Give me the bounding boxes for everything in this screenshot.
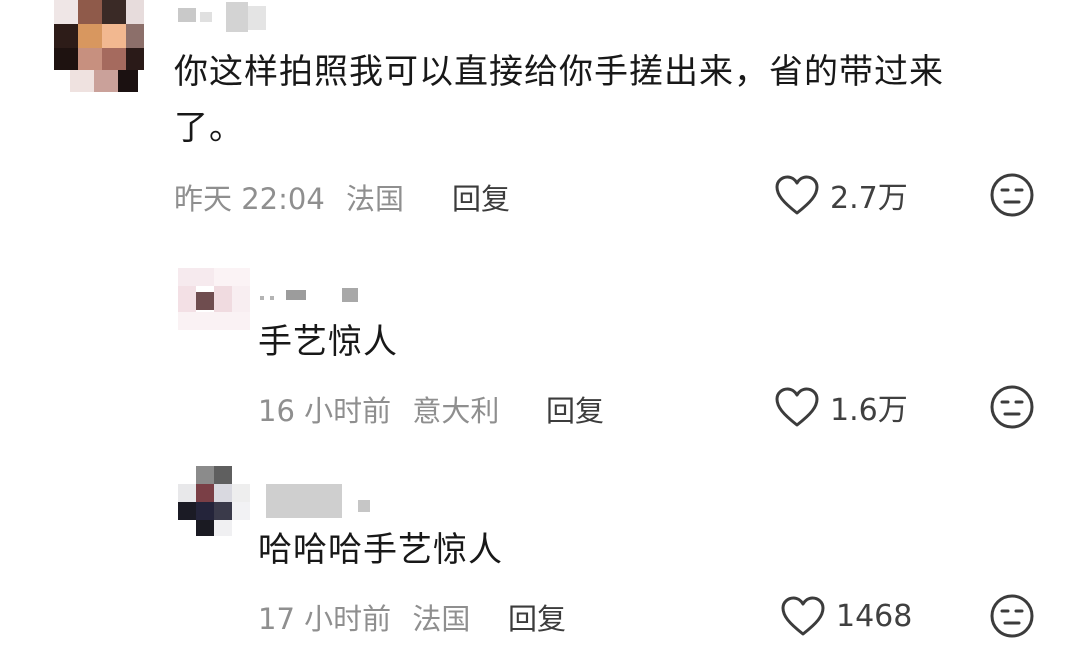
- comment-time: 16 小时前: [258, 394, 392, 428]
- meh-face-icon: [990, 594, 1034, 638]
- dislike-button[interactable]: [990, 594, 1034, 638]
- like-count: 1.6万: [830, 393, 908, 428]
- comment-time: 17 小时前: [258, 602, 392, 636]
- comment-meta: 16 小时前 意大利: [258, 388, 499, 430]
- comment-text: 你这样拍照我可以直接给你手搓出来，省的带过来 了。: [174, 44, 944, 156]
- like-button[interactable]: 1.6万: [774, 384, 908, 430]
- meh-face-icon: [990, 385, 1034, 429]
- comment-text-line: 手艺惊人: [258, 322, 398, 362]
- reply-item: 哈哈哈手艺惊人 17 小时前 法国 回复 1468: [0, 460, 1080, 647]
- username[interactable]: [258, 286, 368, 306]
- comment-text-line: 了。: [174, 108, 244, 148]
- comment-meta: 17 小时前 法国: [258, 596, 470, 638]
- comment-text: 手艺惊人: [258, 314, 398, 370]
- comment-text-line: 哈哈哈手艺惊人: [258, 530, 503, 570]
- comment-location: 意大利: [412, 394, 500, 428]
- comment-location: 法国: [346, 182, 405, 216]
- comment-text: 哈哈哈手艺惊人: [258, 522, 503, 578]
- like-button[interactable]: 1468: [780, 593, 912, 639]
- reply-button[interactable]: 回复: [508, 596, 566, 638]
- like-count: 1468: [836, 598, 913, 634]
- username[interactable]: [178, 2, 270, 32]
- heart-outline-icon: [774, 386, 820, 428]
- comment-time: 昨天 22:04: [174, 182, 325, 216]
- username[interactable]: [266, 484, 386, 518]
- dislike-button[interactable]: [990, 385, 1034, 429]
- avatar[interactable]: [178, 268, 250, 330]
- comment-meta: 昨天 22:04 法国: [174, 176, 404, 218]
- comment-location: 法国: [412, 602, 471, 636]
- heart-outline-icon: [780, 595, 826, 637]
- reply-button[interactable]: 回复: [452, 176, 510, 218]
- like-button[interactable]: 2.7万: [774, 172, 908, 218]
- dislike-button[interactable]: [990, 173, 1034, 217]
- reply-button[interactable]: 回复: [546, 388, 604, 430]
- meh-face-icon: [990, 173, 1034, 217]
- avatar[interactable]: [46, 0, 144, 92]
- comment-item: 你这样拍照我可以直接给你手搓出来，省的带过来 了。 昨天 22:04 法国 回复…: [0, 0, 1080, 230]
- reply-item: 手艺惊人 16 小时前 意大利 回复 1.6万: [0, 260, 1080, 450]
- heart-outline-icon: [774, 174, 820, 216]
- avatar[interactable]: [178, 466, 250, 536]
- like-count: 2.7万: [830, 181, 908, 216]
- comment-text-line: 你这样拍照我可以直接给你手搓出来，省的带过来: [174, 52, 944, 92]
